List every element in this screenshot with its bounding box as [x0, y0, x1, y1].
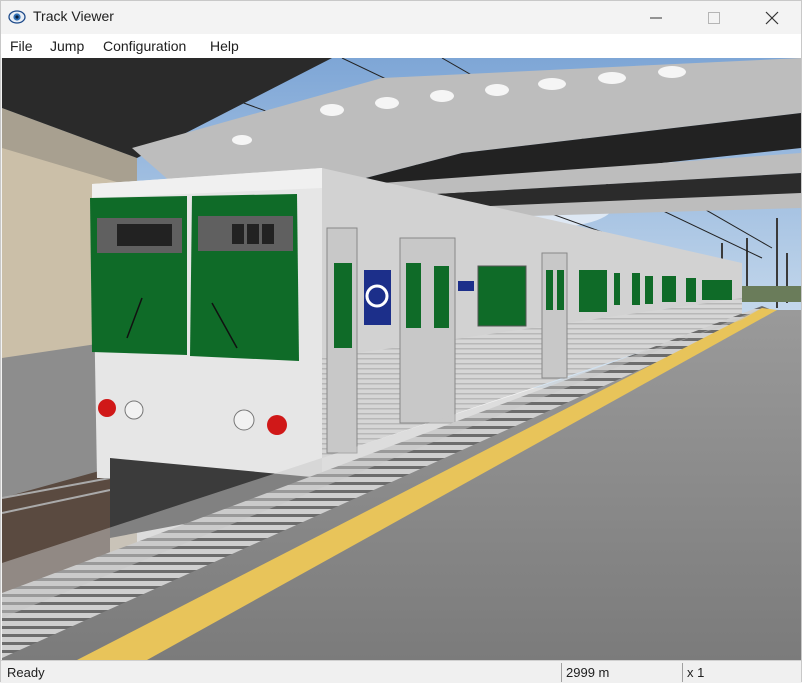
close-button[interactable] — [743, 1, 801, 34]
menu-help[interactable]: Help — [210, 38, 239, 54]
close-icon — [765, 11, 779, 25]
maximize-icon — [708, 12, 720, 24]
app-window: Track Viewer File Jump Configuration Hel… — [0, 0, 802, 683]
menu-file[interactable]: File — [10, 38, 33, 54]
menu-jump[interactable]: Jump — [50, 38, 84, 54]
status-distance: 2999 m — [561, 663, 679, 682]
status-speed: x 1 — [682, 663, 800, 682]
menu-configuration[interactable]: Configuration — [103, 38, 186, 54]
3d-viewport[interactable] — [2, 58, 801, 660]
status-message: Ready — [7, 665, 45, 680]
status-bar: Ready 2999 m x 1 — [1, 660, 801, 683]
minimize-icon — [650, 17, 662, 19]
menu-bar: File Jump Configuration Help — [1, 34, 801, 58]
window-title: Track Viewer — [33, 8, 114, 24]
eye-app-icon — [8, 10, 26, 24]
title-bar[interactable]: Track Viewer — [1, 1, 801, 34]
minimize-button[interactable] — [627, 1, 685, 34]
maximize-button[interactable] — [685, 1, 743, 34]
train-scene — [2, 58, 801, 660]
